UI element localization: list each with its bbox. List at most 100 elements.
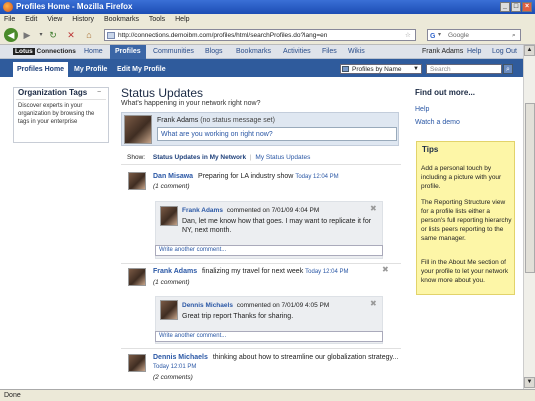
comments-count[interactable]: (1 comment) — [153, 279, 189, 286]
update-author[interactable]: Dan Misawa — [153, 173, 193, 180]
nav-wikis[interactable]: Wikis — [348, 45, 365, 59]
search-engine-dropdown-icon[interactable]: ▾ — [438, 30, 441, 41]
tab-my-profile[interactable]: My Profile — [70, 62, 111, 77]
menu-bar: File Edit View History Bookmarks Tools H… — [0, 14, 535, 25]
minimize-button[interactable]: _ — [500, 2, 510, 12]
menu-history[interactable]: History — [72, 16, 94, 23]
find-more-title: Find out more... — [415, 88, 475, 97]
delete-comment-icon[interactable]: ✖ — [370, 205, 377, 213]
web-search-box[interactable]: G ▾ Google ⌕ — [427, 29, 521, 41]
update-time[interactable]: Today 12:01 PM — [153, 364, 196, 370]
show-label: Show: — [127, 154, 146, 161]
current-user-name[interactable]: Frank Adams — [422, 45, 463, 59]
menu-view[interactable]: View — [47, 16, 62, 23]
nav-activities[interactable]: Activities — [283, 45, 311, 59]
url-bar[interactable]: http://connections.demoibm.com/profiles/… — [104, 29, 416, 41]
organization-tags-title: Organization Tags — [18, 88, 88, 97]
delete-update-icon[interactable]: ✖ — [382, 266, 389, 274]
comment-author[interactable]: Dennis Michaels — [182, 302, 233, 309]
menu-tools[interactable]: Tools — [149, 16, 165, 23]
reload-icon[interactable]: ↻ — [46, 28, 60, 42]
nav-bookmarks[interactable]: Bookmarks — [236, 45, 271, 59]
comment-meta: commented on 7/01/09 4:04 PM — [226, 207, 320, 214]
menu-bookmarks[interactable]: Bookmarks — [104, 16, 139, 23]
scroll-down-icon[interactable]: ▼ — [524, 377, 535, 388]
watch-demo-link[interactable]: Watch a demo — [415, 119, 460, 126]
google-icon: G — [430, 33, 436, 40]
menu-help[interactable]: Help — [175, 16, 189, 23]
comment-meta: commented on 7/01/09 4:05 PM — [236, 302, 330, 309]
search-icon[interactable]: ⌕ — [512, 30, 516, 41]
profile-card-icon — [342, 66, 349, 72]
maximize-button[interactable]: □ — [511, 2, 521, 12]
divider — [121, 263, 401, 264]
comment-text: Great trip report Thanks for sharing. — [182, 313, 294, 320]
logo-lotus: Lotus — [13, 48, 35, 55]
tab-edit-my-profile[interactable]: Edit My Profile — [113, 62, 170, 77]
nav-files[interactable]: Files — [322, 45, 337, 59]
home-icon[interactable]: ⌂ — [82, 28, 96, 42]
delete-comment-icon[interactable]: ✖ — [370, 300, 377, 308]
filter-label: Profiles by Name — [352, 66, 402, 73]
nav-communities[interactable]: Communities — [153, 45, 194, 59]
comment-author[interactable]: Frank Adams — [182, 207, 223, 214]
lotus-connections-logo: Lotus Connections — [13, 47, 76, 57]
show-network-updates[interactable]: Status Updates in My Network — [153, 154, 246, 161]
poster-line: Frank Adams (no status message set) — [157, 117, 275, 124]
tab-profiles-home[interactable]: Profiles Home — [13, 62, 69, 77]
profile-search-button[interactable]: ⌕ — [503, 64, 513, 74]
search-filter-select[interactable]: Profiles by Name ▼ — [340, 64, 422, 74]
logo-connections: Connections — [36, 48, 76, 55]
comments-count[interactable]: (1 comment) — [153, 183, 189, 190]
tips-title: Tips — [422, 145, 439, 154]
update-text: Preparing for LA industry show — [198, 173, 294, 180]
collapse-icon[interactable]: − — [97, 89, 101, 96]
update-line: Frank Adams finalizing my travel for nex… — [153, 268, 349, 275]
status-text: Done — [4, 392, 21, 399]
avatar — [160, 300, 178, 320]
window-title: Profiles Home - Mozilla Firefox — [16, 2, 133, 11]
navigation-toolbar: ◀ ▶ ▾ ↻ ✕ ⌂ http://connections.demoibm.c… — [0, 25, 535, 45]
logout-link[interactable]: Log Out — [492, 45, 517, 59]
profiles-subnav: Profiles Home My Profile Edit My Profile… — [0, 59, 523, 77]
tip-text: Add a personal touch by including a pict… — [421, 165, 502, 190]
web-search-placeholder: Google — [448, 32, 469, 39]
write-comment-input[interactable]: Write another comment... — [155, 245, 383, 256]
write-comment-input[interactable]: Write another comment... — [155, 331, 383, 342]
window-title-bar: Profiles Home - Mozilla Firefox _ □ × — [0, 0, 535, 14]
update-author[interactable]: Frank Adams — [153, 268, 197, 275]
close-window-button[interactable]: × — [522, 2, 532, 12]
nav-home[interactable]: Home — [84, 45, 103, 59]
divider — [121, 164, 401, 165]
chevron-down-icon: ▼ — [413, 66, 419, 72]
nav-blogs[interactable]: Blogs — [205, 45, 223, 59]
update-line: Dan Misawa Preparing for LA industry sho… — [153, 173, 339, 180]
update-author[interactable]: Dennis Michaels — [153, 354, 208, 361]
avatar — [160, 206, 178, 226]
update-line: Dennis Michaels thinking about how to st… — [153, 354, 398, 361]
vertical-scrollbar[interactable]: ▲ ▼ — [523, 45, 535, 389]
status-input[interactable]: What are you working on right now? — [157, 127, 397, 141]
divider — [16, 99, 106, 100]
bookmark-star-icon[interactable]: ☆ — [405, 30, 411, 41]
forward-icon[interactable]: ▶ — [20, 28, 34, 42]
back-icon[interactable]: ◀ — [4, 28, 18, 42]
scroll-up-icon[interactable]: ▲ — [524, 45, 535, 56]
stop-icon[interactable]: ✕ — [64, 28, 78, 42]
menu-file[interactable]: File — [4, 16, 15, 23]
status-bar: Done — [0, 389, 535, 401]
help-link[interactable]: Help — [415, 106, 429, 113]
divider — [121, 348, 401, 349]
nav-profiles[interactable]: Profiles — [110, 45, 146, 59]
comments-count[interactable]: (2 comments) — [153, 374, 193, 381]
menu-edit[interactable]: Edit — [25, 16, 37, 23]
app-header: Lotus Connections Home Profiles Communit… — [0, 45, 523, 59]
show-my-updates[interactable]: My Status Updates — [255, 154, 310, 161]
scroll-thumb[interactable] — [525, 103, 535, 273]
update-time[interactable]: Today 12:04 PM — [295, 174, 338, 180]
help-link[interactable]: Help — [467, 45, 481, 59]
profile-search-input[interactable]: Search — [426, 64, 502, 74]
comment-header: Frank Adams commented on 7/01/09 4:04 PM — [182, 207, 319, 214]
update-time[interactable]: Today 12:04 PM — [305, 269, 348, 275]
page-title: Status Updates — [121, 86, 204, 100]
